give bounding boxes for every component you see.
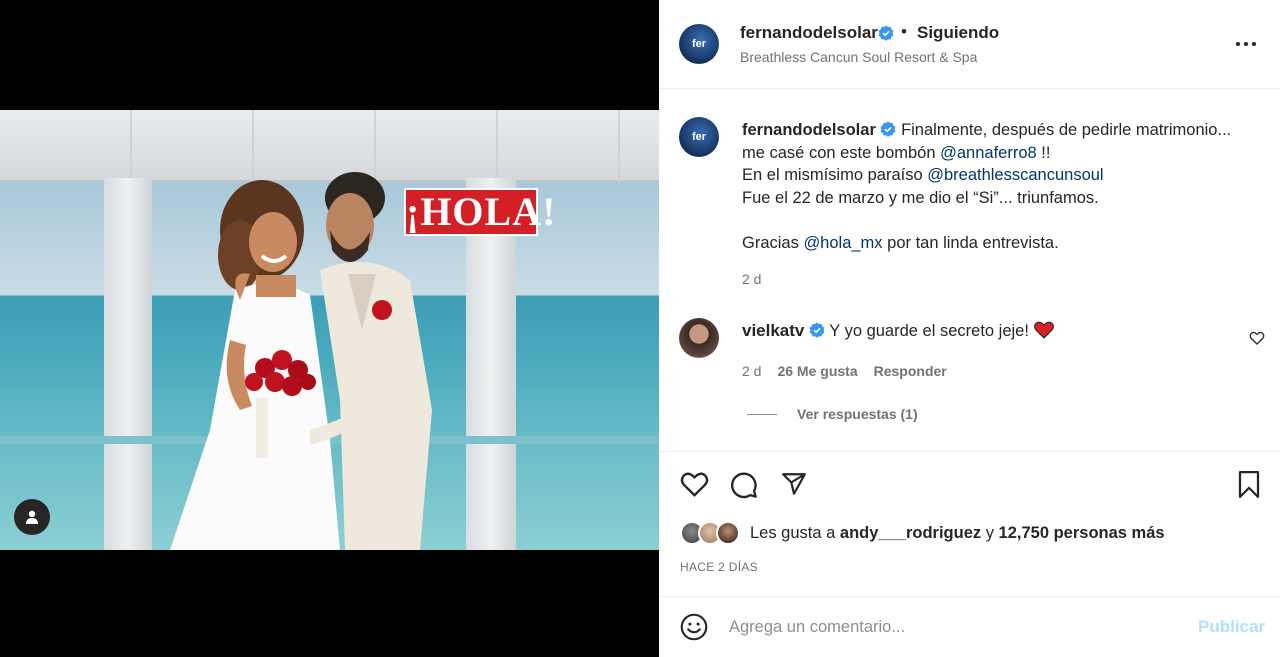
caption-author-username[interactable]: fernandodelsolar <box>742 121 876 139</box>
mention-annaferro8[interactable]: @annaferro8 <box>940 144 1037 162</box>
comment: vielkatv Y yo guarde el secreto jeje! <box>742 320 1054 342</box>
commenter-avatar[interactable] <box>679 318 719 358</box>
caption-line-4: Fue el 22 de marzo y me dio el “Si”... t… <box>742 188 1099 207</box>
tagged-users-button[interactable] <box>14 499 50 535</box>
comment-timestamp[interactable]: 2 d <box>742 363 761 379</box>
comment-meta: 2 d 26 Me gusta Responder <box>742 363 947 379</box>
photo-pillar <box>104 178 152 550</box>
avatar-text: fer <box>691 131 707 143</box>
verified-icon <box>878 25 894 41</box>
caption-line-1: Finalmente, después de pedirle matrimoni… <box>901 121 1232 139</box>
caption-line-2: me casé con este bombón <box>742 143 941 162</box>
likes-count[interactable]: 12,750 personas más <box>999 524 1165 542</box>
post-details-panel: fer fernandodelsolar • Siguiendo Breathl… <box>659 0 1280 657</box>
author-avatar[interactable]: fer <box>679 24 719 64</box>
likes-summary: Les gusta a andy___rodriguez y 12,750 pe… <box>680 521 1165 545</box>
post-actions: Les gusta a andy___rodriguez y 12,750 pe… <box>659 451 1280 596</box>
liker-username[interactable]: andy___rodriguez <box>840 524 981 542</box>
post-media-pane: ¡HOLA! <box>0 0 659 657</box>
add-comment-bar: Publicar <box>659 596 1280 657</box>
reply-button[interactable]: Responder <box>874 363 947 379</box>
likes-joiner: y <box>981 523 999 542</box>
author-username[interactable]: fernandodelsolar <box>740 23 878 43</box>
mention-hola-mx[interactable]: @hola_mx <box>803 234 882 252</box>
header-separator: • <box>901 22 907 41</box>
verified-icon <box>881 121 896 137</box>
comment-icon[interactable] <box>730 471 758 499</box>
view-replies-label: Ver respuestas (1) <box>797 406 918 422</box>
red-heart-emoji <box>1033 321 1054 339</box>
post-time-ago[interactable]: HACE 2 DÍAS <box>680 560 758 574</box>
comment-body: Y yo guarde el secreto jeje! <box>829 322 1029 340</box>
caption-line-2-end: !! <box>1036 143 1051 162</box>
verified-icon <box>809 322 825 338</box>
post-photo[interactable]: ¡HOLA! <box>0 110 659 550</box>
save-icon[interactable] <box>1237 471 1261 498</box>
caption-line-5: Gracias <box>742 233 804 252</box>
following-button[interactable]: Siguiendo <box>917 23 999 43</box>
caption-line-5-end: por tan linda entrevista. <box>882 233 1059 252</box>
likes-text: Les gusta a andy___rodriguez y 12,750 pe… <box>750 524 1165 543</box>
emoji-icon[interactable] <box>680 613 708 641</box>
hola-magazine-logo: ¡HOLA! <box>404 188 557 236</box>
mention-breathlesscancunsoul[interactable]: @breathlesscancunsoul <box>927 166 1103 184</box>
post-caption: fernandodelsolar Finalmente, después de … <box>742 119 1252 254</box>
add-comment-input[interactable] <box>729 613 1179 641</box>
post-header: fer fernandodelsolar • Siguiendo Breathl… <box>659 0 1280 89</box>
caption-line-3: En el mismísimo paraíso <box>742 166 928 184</box>
caption-timestamp[interactable]: 2 d <box>742 271 761 287</box>
photo-detail <box>496 110 498 182</box>
comment-heart-icon[interactable] <box>1249 331 1265 345</box>
commenter-username[interactable]: vielkatv <box>742 321 804 340</box>
share-icon[interactable] <box>780 471 808 497</box>
heart-icon[interactable] <box>680 471 709 497</box>
comment-likes[interactable]: 26 Me gusta <box>777 363 857 379</box>
post-location[interactable]: Breathless Cancun Soul Resort & Spa <box>740 49 977 65</box>
likes-prefix: Les gusta a <box>750 523 840 542</box>
publish-button[interactable]: Publicar <box>1198 617 1265 637</box>
replies-line <box>747 413 777 415</box>
photo-detail <box>618 110 620 182</box>
user-tag-icon <box>26 510 38 524</box>
photo-detail <box>130 110 132 182</box>
liker-avatar[interactable] <box>716 521 740 545</box>
view-replies-button[interactable]: Ver respuestas (1) <box>747 406 918 422</box>
more-options-icon[interactable] <box>1234 34 1258 54</box>
caption-author-avatar[interactable]: fer <box>679 117 719 157</box>
avatar-text: fer <box>691 38 707 50</box>
